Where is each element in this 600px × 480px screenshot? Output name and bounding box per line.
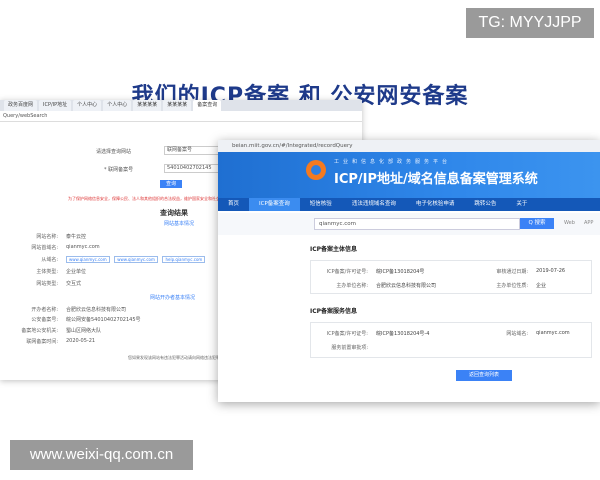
address-bar[interactable]: Query/webSearch (0, 111, 362, 122)
search-input[interactable]: qianmyc.com (314, 218, 520, 230)
filter-web[interactable]: Web (564, 220, 575, 226)
service-info-table (310, 322, 592, 358)
browser-tab-bar: 政务百度网 ICP/IP地址 个人中心 个人中心 某某某某 某某某某 备案查询 (0, 100, 362, 111)
field-label: 主办单位名称: (336, 283, 368, 289)
field-label: 网站域名: (506, 331, 528, 337)
field-label: 主体类型: (36, 269, 58, 275)
field-value: 2019-07-26 (536, 268, 566, 274)
field-label: 网站类型: (36, 281, 58, 287)
banner-title: ICP/IP地址/域名信息备案管理系统 (334, 172, 538, 187)
field-value: qianmyc.com (66, 244, 100, 250)
icp-record-window: beian.miit.gov.cn/#/Integrated/recordQue… (218, 140, 600, 402)
field-value: 企业单位 (66, 269, 87, 275)
site-info-title: 网站基本情况 (164, 221, 195, 227)
field-label: 联网备案时间: (26, 339, 58, 345)
browser-tab[interactable]: 个人中心 (73, 100, 102, 111)
field-label: 从域名: (41, 257, 58, 263)
operator-info-title: 网站开办者基本情况 (150, 295, 196, 301)
domain-chip: www.qianmyc.com (114, 256, 158, 263)
service-info-title: ICP备案服务信息 (310, 308, 358, 315)
browser-tab[interactable]: 政务百度网 (4, 100, 38, 111)
result-title: 查询结果 (160, 209, 188, 217)
domain-chip: help.qianmyc.com (162, 256, 206, 263)
field-value: 皖ICP备13018204号-4 (376, 331, 430, 337)
domain-chips: www.qianmyc.com www.qianmyc.com help.qia… (66, 256, 208, 263)
browser-tab[interactable]: 某某某某 (133, 100, 162, 111)
field-label: 服务前置审批项: (331, 345, 368, 351)
field-label: 开办者名称: (31, 307, 58, 313)
field-value: 2020-05-21 (66, 338, 96, 344)
field-value: 交互式 (66, 281, 82, 287)
query-type-label: 请选择查询网站 (96, 149, 132, 155)
field-value: qianmyc.com (536, 330, 570, 336)
site-watermark: www.weixi-qq.com.cn (10, 440, 193, 470)
nav-item-icp-query[interactable]: ICP备案查询 (249, 198, 300, 211)
nav-item-sms-verify[interactable]: 短信核验 (300, 198, 342, 211)
browser-tab[interactable]: 个人中心 (103, 100, 132, 111)
query-type-select[interactable]: 联网备案号 (164, 146, 222, 155)
field-label: ICP备案/许可证号: (326, 269, 368, 275)
browser-tab[interactable]: 某某某某 (163, 100, 192, 111)
field-label: ICP备案/许可证号: (326, 331, 368, 337)
field-value: 企业 (536, 283, 547, 289)
nav-item-about[interactable]: 关于 (506, 198, 537, 211)
field-value: 皖公网安备54010402702145号 (66, 317, 141, 323)
field-label: 主办单位性质: (496, 283, 528, 289)
subject-info-title: ICP备案主体信息 (310, 246, 358, 253)
nav-item-notice[interactable]: 跳转公告 (464, 198, 506, 211)
back-to-list-button[interactable]: 返回查询列表 (456, 370, 512, 381)
field-label: 网站名称: (36, 234, 58, 240)
ministry-logo-icon (306, 160, 326, 180)
field-value: 合肥欣云信息科技有限公司 (376, 283, 437, 289)
field-label: 审核通过日期: (496, 269, 528, 275)
field-value: 合肥欣云信息科技有限公司 (66, 307, 127, 313)
browser-tab[interactable]: ICP/IP地址 (39, 100, 72, 111)
nav-item-home[interactable]: 首页 (218, 198, 249, 211)
address-bar[interactable]: beian.miit.gov.cn/#/Integrated/recordQue… (218, 140, 600, 152)
nav-item-illegal-domain[interactable]: 违法违规域名查询 (342, 198, 406, 211)
search-bar: qianmyc.com Q 搜索 Web APP (218, 213, 600, 235)
field-label: 网站首域名: (31, 245, 58, 251)
domain-chip: www.qianmyc.com (66, 256, 110, 263)
record-number-label: * 联网备案号 (104, 167, 134, 173)
site-banner: 工业和信息化部政务服务平台 ICP/IP地址/域名信息备案管理系统 (218, 152, 600, 198)
telegram-watermark: TG: MYYJJPP (466, 8, 594, 38)
nav-item-e-verify[interactable]: 电子化核验申请 (406, 198, 465, 211)
field-label: 公安备案号: (31, 317, 58, 323)
field-label: 备案地公安机关: (21, 328, 58, 334)
record-number-input[interactable]: 54010402702145 (164, 164, 222, 173)
field-value: 皖ICP备13018204号 (376, 269, 425, 275)
main-nav: 首页 ICP备案查询 短信核验 违法违规域名查询 电子化核验申请 跳转公告 关于 (218, 198, 600, 211)
browser-tab-active[interactable]: 备案查询 (193, 100, 222, 111)
banner-subtitle: 工业和信息化部政务服务平台 (334, 159, 452, 165)
field-value: 泰牛云控 (66, 234, 87, 240)
query-button[interactable]: 查询 (160, 180, 182, 188)
field-value: 蜀山区网络大队 (66, 328, 102, 334)
search-button[interactable]: Q 搜索 (520, 218, 554, 229)
filter-app[interactable]: APP (584, 220, 593, 226)
